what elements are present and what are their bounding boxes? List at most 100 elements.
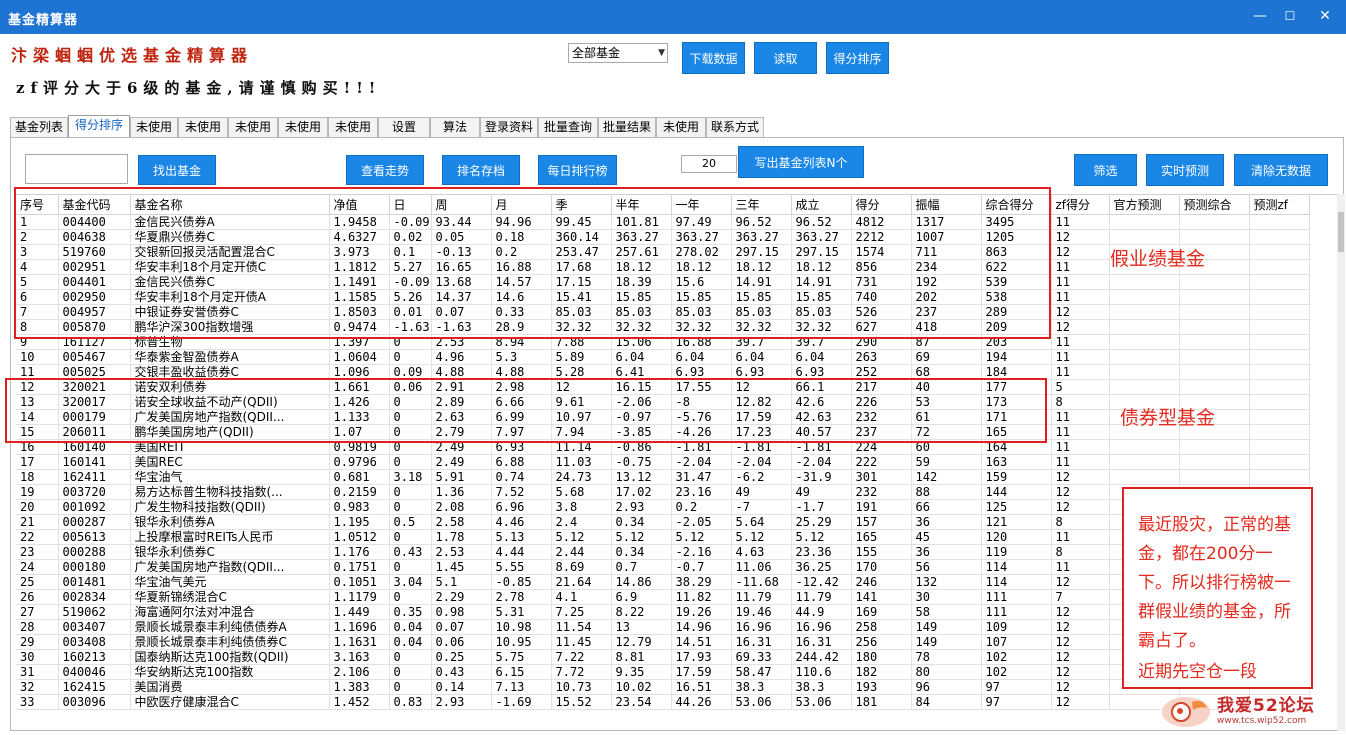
table-cell: 12: [1051, 619, 1110, 635]
table-row[interactable]: 30 160213 国泰纳斯达克100指数(QDII) 3.163 0 0.25 5.75 7…: [16, 649, 1310, 665]
table-cell: 36.25: [791, 559, 852, 575]
table-cell: 9.35: [611, 664, 672, 680]
table-row[interactable]: 10 005467 华泰紫金智盈债券A 1.0604 0 4.96 5.3 5.89 6.04 6…: [16, 349, 1310, 365]
maximize-button[interactable]: ☐: [1275, 5, 1305, 27]
table-row[interactable]: 23 000288 银华永利债券C 1.176 0.43 2.53 4.44 2.44 0.34…: [16, 544, 1310, 560]
clear-invalid-button[interactable]: 清除无数据: [1234, 154, 1328, 186]
column-header[interactable]: 预测zf: [1249, 195, 1310, 215]
read-button[interactable]: 读取: [754, 42, 817, 74]
tab-unused-1[interactable]: 未使用: [130, 117, 178, 137]
table-cell: 11.82: [671, 589, 732, 605]
column-header[interactable]: zf得分: [1051, 195, 1110, 215]
table-row[interactable]: 26 002834 华夏新锦绣混合C 1.1179 0 2.29 2.78 4.1 6.9 11.…: [16, 589, 1310, 605]
table-cell: 11: [1051, 289, 1110, 305]
write-fund-list-button[interactable]: 写出基金列表N个: [738, 146, 864, 178]
table-cell: 110.6: [791, 664, 852, 680]
table-cell: [1179, 289, 1250, 305]
table-cell: 53.06: [731, 694, 792, 710]
table-cell: 11: [1051, 364, 1110, 380]
table-row[interactable]: 21 000287 银华永利债券A 1.195 0.5 2.58 4.46 2.4 0.34 -2…: [16, 514, 1310, 530]
tab-unused-6[interactable]: 未使用: [656, 117, 706, 137]
table-cell: 30: [911, 589, 982, 605]
table-row[interactable]: 33 003096 中欧医疗健康混合C 1.452 0.83 2.93 -1.69 15.52…: [16, 694, 1310, 710]
table-row[interactable]: 28 003407 景顺长城景泰丰利纯债债券A 1.1696 0.04 0.07 10.98…: [16, 619, 1310, 635]
tab-score-sort[interactable]: 得分排序: [68, 115, 130, 137]
table-cell: 12: [1051, 229, 1110, 245]
table-cell: 27: [16, 604, 59, 620]
scrollbar-thumb[interactable]: [1338, 212, 1344, 252]
table-cell: 56: [911, 559, 982, 575]
table-cell: 14.96: [671, 619, 732, 635]
table-cell: 7.22: [551, 649, 612, 665]
table-row[interactable]: 17 160141 美国REC 0.9796 0 2.49 6.88 11.03 -0.75 -2…: [16, 454, 1310, 470]
table-cell: 0.35: [389, 604, 432, 620]
table-row[interactable]: 22 005613 上投摩根富时REITs人民币 1.0512 0 1.78 5.13 5.1…: [16, 529, 1310, 545]
search-input[interactable]: [25, 154, 128, 184]
rank-archive-button[interactable]: 排名存档: [442, 155, 520, 185]
table-cell: 0: [389, 559, 432, 575]
table-cell: 0.43: [431, 664, 492, 680]
tab-unused-4[interactable]: 未使用: [278, 117, 328, 137]
table-row[interactable]: 19 003720 易方达标普生物科技指数(... 0.2159 0 1.36 7.52 5.…: [16, 484, 1310, 500]
table-cell: 11: [1051, 214, 1110, 230]
table-cell: 2.93: [611, 499, 672, 515]
table-row[interactable]: 18 162411 华宝油气 0.681 3.18 5.91 0.74 24.73 13.12 3…: [16, 469, 1310, 485]
close-button[interactable]: ✕: [1310, 5, 1340, 27]
table-row[interactable]: 27 519062 海富通阿尔法对冲混合 1.449 0.35 0.98 5.31 7.25 8…: [16, 604, 1310, 620]
tab-algorithm[interactable]: 算法: [430, 117, 480, 137]
table-row[interactable]: 24 000180 广发美国房地产指数(QDII... 0.1751 0 1.45 5.55…: [16, 559, 1310, 575]
filter-button[interactable]: 筛选: [1074, 154, 1137, 186]
daily-rank-button[interactable]: 每日排行榜: [538, 155, 617, 185]
table-cell: 广发生物科技指数(QDII): [130, 499, 330, 515]
table-cell: 0: [389, 664, 432, 680]
table-cell: [1179, 439, 1250, 455]
table-cell: 191: [851, 499, 912, 515]
table-cell: 162415: [58, 679, 131, 695]
column-header[interactable]: 官方预测: [1109, 195, 1180, 215]
realtime-predict-button[interactable]: 实时预测: [1146, 154, 1224, 186]
table-cell: 49: [731, 484, 792, 500]
tab-batch-query[interactable]: 批量查询: [538, 117, 598, 137]
table-row[interactable]: 25 001481 华宝油气美元 0.1051 3.04 5.1 -0.85 21.64 14.…: [16, 574, 1310, 590]
table-cell: 华宝油气: [130, 469, 330, 485]
table-cell: 59: [911, 454, 982, 470]
table-cell: 6.93: [791, 364, 852, 380]
find-fund-button[interactable]: 找出基金: [138, 155, 216, 185]
view-trend-button[interactable]: 查看走势: [346, 155, 424, 185]
table-row[interactable]: 20 001092 广发生物科技指数(QDII) 0.983 0 2.08 6.96 3.8 2…: [16, 499, 1310, 515]
table-cell: [1109, 214, 1180, 230]
watermark: 我爱52论坛 www.tcs.wip52.com: [1157, 684, 1344, 733]
table-row[interactable]: 32 162415 美国消费 1.383 0 0.14 7.13 10.73 10.02 16.5…: [16, 679, 1310, 695]
table-cell: 21.64: [551, 574, 612, 590]
table-cell: 2.49: [431, 454, 492, 470]
table-cell: 11.54: [551, 619, 612, 635]
tab-unused-3[interactable]: 未使用: [228, 117, 278, 137]
table-cell: 232: [851, 484, 912, 500]
download-data-button[interactable]: 下载数据: [682, 42, 745, 74]
tab-contact[interactable]: 联系方式: [706, 117, 764, 137]
table-cell: 149: [911, 634, 982, 650]
column-header[interactable]: 预测综合: [1179, 195, 1250, 215]
table-cell: 6.88: [491, 454, 552, 470]
tab-unused-5[interactable]: 未使用: [328, 117, 378, 137]
fund-filter-select[interactable]: 全部基金 ▼: [568, 43, 668, 63]
table-row[interactable]: 31 040046 华安纳斯达克100指数 2.106 0 0.43 6.15 7.72 9.3…: [16, 664, 1310, 680]
score-sort-button[interactable]: 得分排序: [826, 42, 889, 74]
table-cell: 111: [981, 604, 1052, 620]
tab-login-info[interactable]: 登录资料: [480, 117, 538, 137]
table-cell: 3.163: [329, 649, 390, 665]
tab-unused-2[interactable]: 未使用: [178, 117, 228, 137]
tab-batch-result[interactable]: 批量结果: [598, 117, 656, 137]
tab-settings[interactable]: 设置: [378, 117, 430, 137]
table-cell: 003096: [58, 694, 131, 710]
table-cell: 7.13: [491, 679, 552, 695]
table-row[interactable]: 11 005025 交银丰盈收益债券C 1.096 0.09 4.88 4.88 5.28 6.…: [16, 364, 1310, 380]
minimize-button[interactable]: —: [1245, 5, 1275, 27]
vertical-scrollbar[interactable]: [1337, 194, 1345, 731]
table-cell: [1249, 259, 1310, 275]
table-cell: 6.04: [611, 349, 672, 365]
tab-fund-list[interactable]: 基金列表: [10, 117, 68, 137]
list-count-input[interactable]: 20: [681, 155, 737, 173]
table-row[interactable]: 29 003408 景顺长城景泰丰利纯债债券C 1.1631 0.04 0.06 10.95…: [16, 634, 1310, 650]
table-cell: 7.52: [491, 484, 552, 500]
